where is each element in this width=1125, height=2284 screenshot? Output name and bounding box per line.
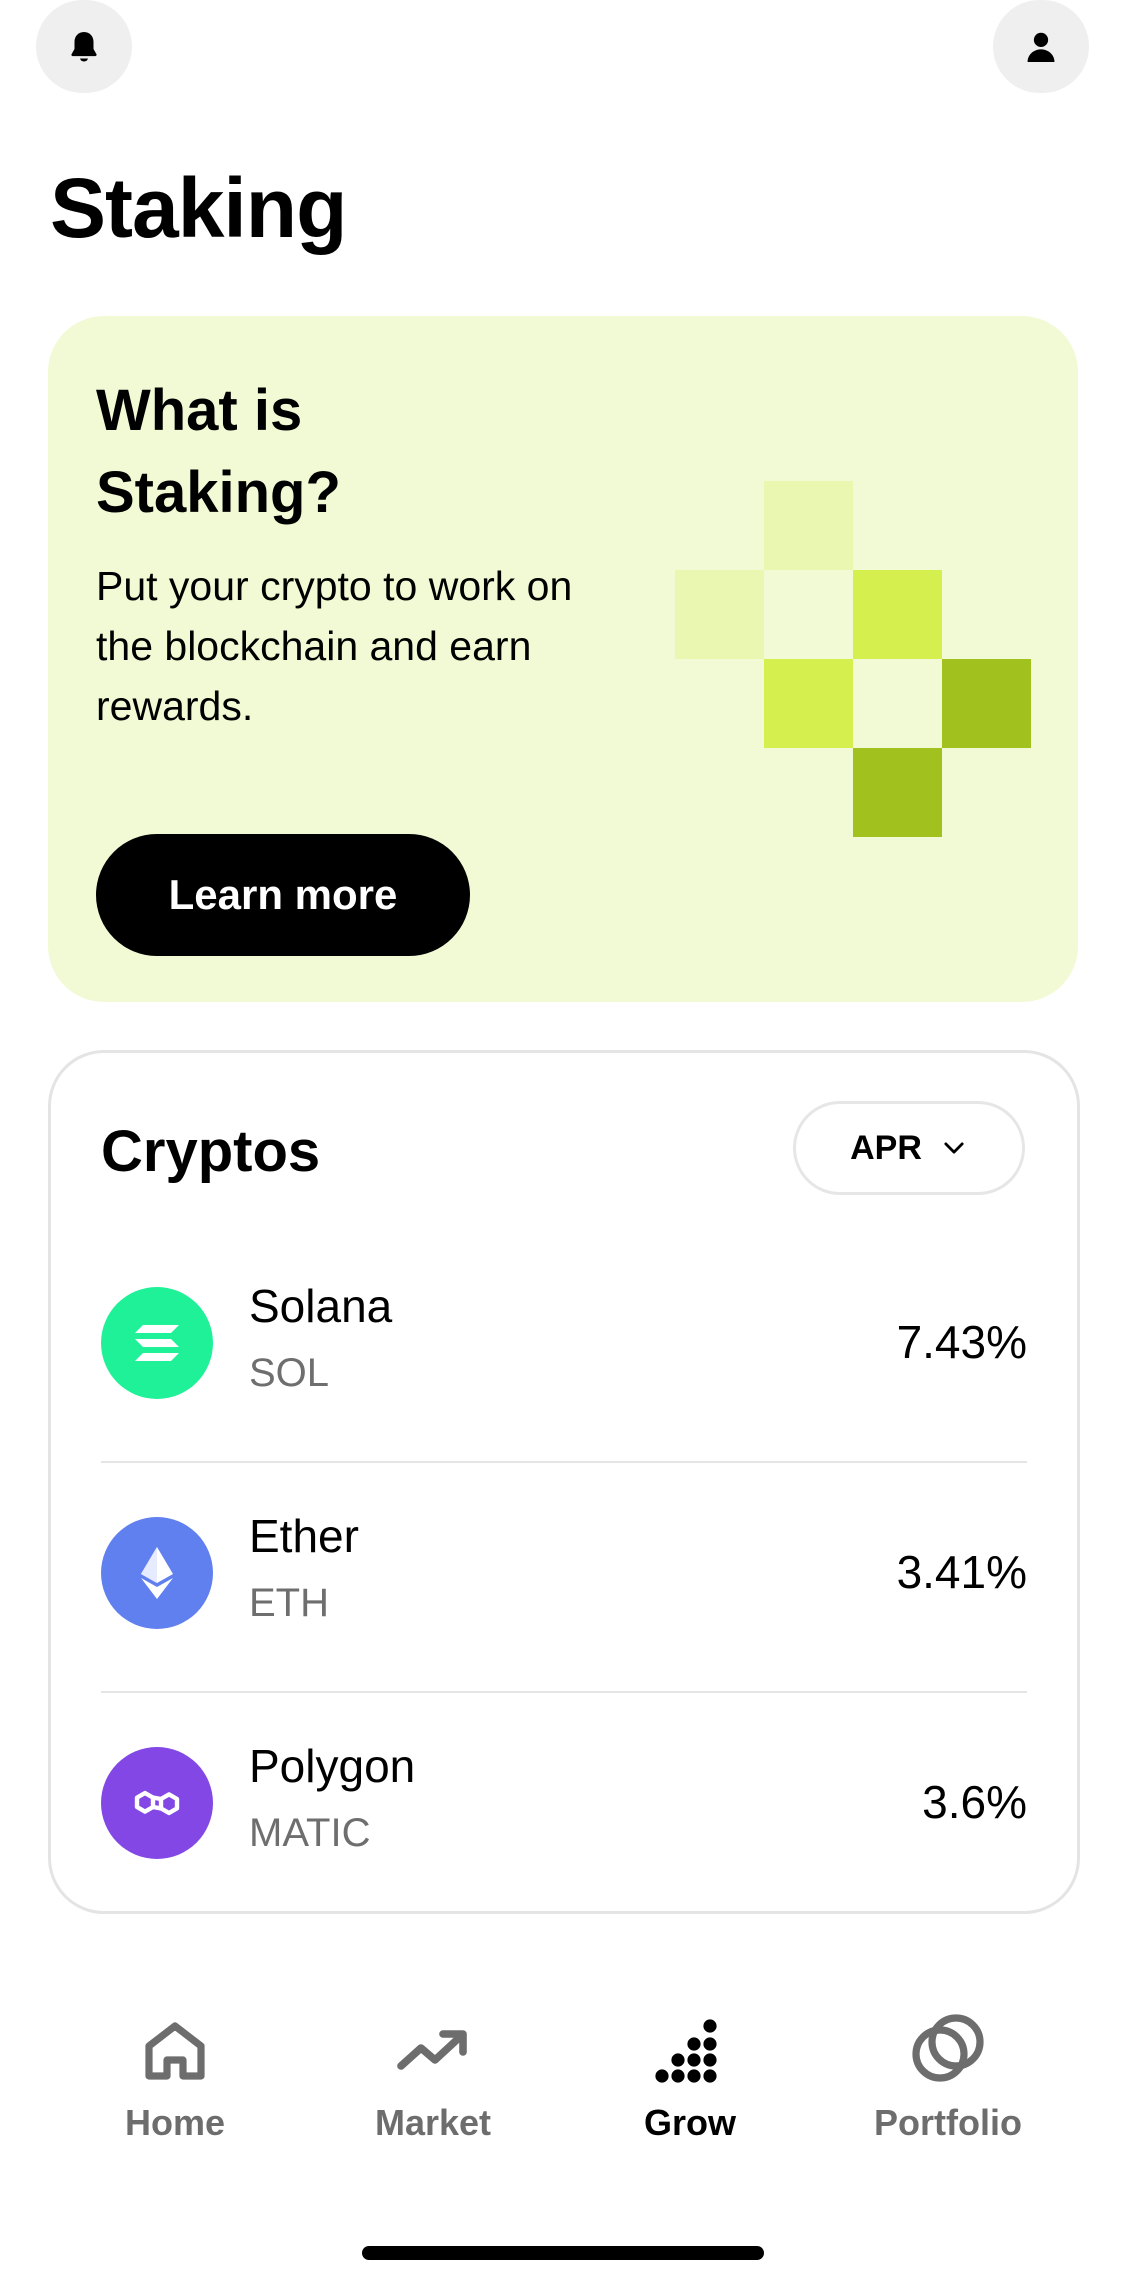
bottom-nav: Home Market Grow Portfolio [0,2010,1125,2150]
crypto-name: Ether [249,1510,359,1562]
cryptos-card: Cryptos APR Solana SOL 7.43% Ether ETH 3… [48,1050,1080,1914]
nav-label: Grow [643,2102,736,2143]
crypto-list: Solana SOL 7.43% Ether ETH 3.41% Polygon… [101,1233,1027,1921]
sort-select[interactable]: APR [793,1101,1025,1195]
page-title: Staking [50,161,347,255]
promo-description: Put your crypto to work on the blockchai… [96,563,573,729]
profile-button[interactable] [993,0,1089,93]
crypto-symbol: SOL [249,1351,330,1395]
crypto-row-ether[interactable]: Ether ETH 3.41% [101,1463,1027,1693]
solana-logo [101,1287,213,1399]
portfolio-circles-icon [908,2010,988,2090]
nav-item-grow[interactable]: Grow [570,2010,810,2150]
crypto-symbol: MATIC [249,1811,371,1855]
notifications-button[interactable] [36,0,132,93]
nav-label: Portfolio [874,2102,1022,2143]
nav-item-portfolio[interactable]: Portfolio [828,2010,1068,2150]
pixel-tile [942,659,1031,748]
home-icon [135,2010,215,2090]
polygon-icon [134,1790,180,1816]
solana-icon [135,1325,179,1361]
chevron-down-icon [944,1142,964,1154]
crypto-apr: 3.41% [896,1546,1027,1598]
crypto-apr: 3.6% [922,1776,1027,1828]
crypto-row-polygon[interactable]: Polygon MATIC 3.6% [101,1693,1027,1921]
trending-up-icon [393,2010,473,2090]
staking-promo-card: What is Staking? Put your crypto to work… [48,316,1078,1002]
promo-heading: What is Staking? [96,378,341,525]
nav-label: Home [124,2102,226,2143]
ethereum-icon [141,1547,173,1599]
bell-icon [71,31,97,62]
home-indicator [362,2246,764,2260]
pixel-tile [764,481,853,570]
cryptos-title: Cryptos [101,1119,321,1184]
crypto-name: Polygon [249,1740,416,1792]
polygon-logo [101,1747,213,1859]
crypto-symbol: ETH [249,1581,329,1625]
crypto-name: Solana [249,1280,393,1332]
nav-item-market[interactable]: Market [313,2010,553,2150]
crypto-row-solana[interactable]: Solana SOL 7.43% [101,1233,1027,1463]
nav-item-home[interactable]: Home [55,2010,295,2150]
nav-label: Market [374,2102,492,2143]
pixel-art-illustration [675,481,1031,837]
user-icon [1027,32,1055,62]
learn-more-button[interactable]: Learn more [96,834,470,956]
pixel-tile [853,570,942,659]
ether-logo [101,1517,213,1629]
grow-dots-icon [650,2010,730,2090]
sort-select-value: APR [850,1128,922,1167]
pixel-tile [675,570,764,659]
crypto-apr: 7.43% [896,1316,1027,1368]
pixel-tile [853,748,942,837]
pixel-tile [764,659,853,748]
